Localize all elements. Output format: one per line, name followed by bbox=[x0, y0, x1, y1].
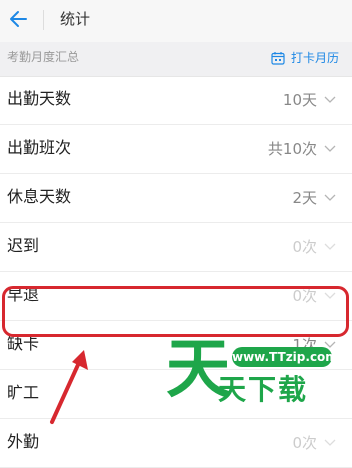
calendar-button[interactable]: 打卡月历 bbox=[271, 48, 339, 68]
row-label: 外勤 bbox=[7, 432, 40, 451]
calendar-button-label: 打卡月历 bbox=[290, 51, 339, 65]
row-label: 出勤天数 bbox=[7, 89, 72, 108]
annotation-arrow-icon bbox=[50, 350, 88, 424]
chevron-down-icon bbox=[324, 243, 336, 250]
row-value: 共10次 bbox=[267, 140, 317, 158]
list-item-field-work[interactable]: 外勤 0次 bbox=[0, 419, 352, 468]
calendar-icon bbox=[271, 52, 285, 65]
header-divider bbox=[43, 10, 44, 30]
watermark-text: 天下载 bbox=[218, 373, 309, 406]
row-value: 2天 bbox=[292, 189, 317, 207]
row-value: 0次 bbox=[292, 434, 317, 452]
chevron-down-icon bbox=[324, 194, 336, 201]
summary-bar: 考勤月度汇总 打卡月历 bbox=[0, 42, 352, 77]
back-arrow-icon[interactable] bbox=[8, 8, 30, 30]
list-item-attendance-shifts[interactable]: 出勤班次 共10次 bbox=[0, 125, 352, 174]
row-label: 休息天数 bbox=[7, 187, 72, 206]
list-item-rest-days[interactable]: 休息天数 2天 bbox=[0, 174, 352, 223]
header-bar: 统计 bbox=[0, 0, 352, 42]
page-title: 统计 bbox=[60, 10, 91, 28]
row-label: 出勤班次 bbox=[7, 138, 72, 157]
chevron-down-icon bbox=[324, 96, 336, 103]
row-label: 旷工 bbox=[7, 383, 40, 402]
chevron-down-icon bbox=[324, 145, 336, 152]
summary-label: 考勤月度汇总 bbox=[7, 50, 80, 64]
chevron-down-icon bbox=[324, 439, 336, 446]
row-label: 迟到 bbox=[7, 236, 40, 255]
list-item-late[interactable]: 迟到 0次 bbox=[0, 223, 352, 272]
row-value: 0次 bbox=[292, 238, 317, 256]
row-value: 10天 bbox=[282, 91, 317, 109]
watermark-url: www.TTzip.com bbox=[232, 347, 338, 367]
list-item-attendance-days[interactable]: 出勤天数 10天 bbox=[0, 76, 352, 125]
